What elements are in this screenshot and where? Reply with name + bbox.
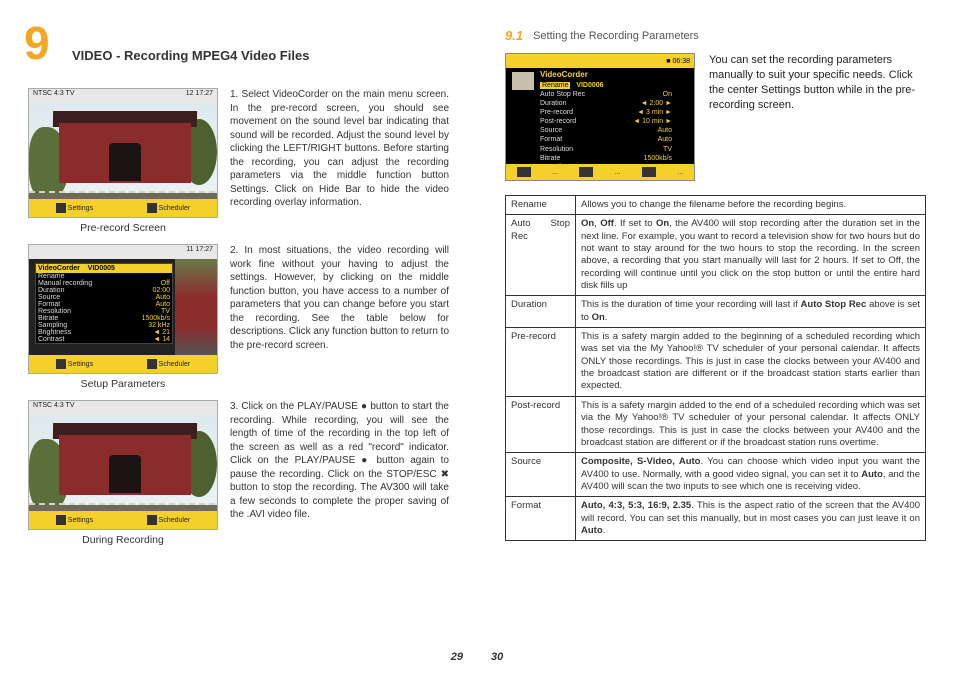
param-desc: This is the duration of time your record… xyxy=(576,296,926,328)
figure-caption: Setup Parameters xyxy=(28,378,218,390)
section-number: 9.1 xyxy=(505,28,523,43)
param-desc: On, Off. If set to On, the AV400 will st… xyxy=(576,215,926,296)
intro-paragraph: You can set the recording parameters man… xyxy=(709,53,926,181)
table-row: Post-recordThis is a safety margin added… xyxy=(506,396,926,452)
table-row: RenameAllows you to change the filename … xyxy=(506,196,926,215)
osd-menu: Rename VID0006 Auto Stop RecOnDuration◄ … xyxy=(540,82,672,172)
param-desc: Auto, 4:3, 5:3, 16:9, 2.35. This is the … xyxy=(576,497,926,541)
figure-during-recording: NTSC 4:3 TV Settings Scheduler xyxy=(28,400,218,530)
paragraph-3: 3. Click on the PLAY/PAUSE ● button to s… xyxy=(230,400,449,522)
table-row: Auto Stop RecOn, Off. If set to On, the … xyxy=(506,215,926,296)
parameters-table: RenameAllows you to change the filename … xyxy=(505,195,926,541)
osd-bottombar: Settings Scheduler xyxy=(29,355,217,373)
menu-row: ResolutionTV xyxy=(540,145,672,154)
osd-bottombar: Settings Scheduler xyxy=(29,199,217,217)
menu-row: Duration◄ 2:00 ► xyxy=(540,99,672,108)
param-name: Source xyxy=(506,453,576,497)
param-desc: Allows you to change the filename before… xyxy=(576,196,926,215)
menu-row: FormatAuto xyxy=(36,301,172,308)
figure-settings-screen: ■ 06:38 VideoCorder Rename VID0006 Auto … xyxy=(505,53,695,181)
menu-row: Pre-record◄ 3 min ► xyxy=(540,108,672,117)
row-2: 11 17:27 VideoCorder VID0005 RenameManua… xyxy=(28,244,449,396)
chapter-number: 9 xyxy=(24,20,50,66)
menu-row: SourceAuto xyxy=(36,294,172,301)
menu-row: Bitrate1500kb/s xyxy=(540,154,672,163)
paragraph-1: 1. Select VideoCorder on the main menu s… xyxy=(230,88,449,210)
osdbar-text: NTSC 4:3 TV xyxy=(33,90,75,102)
figure-caption: Pre-record Screen xyxy=(28,222,218,234)
osd-bottombar: ......... xyxy=(506,164,694,180)
menu-row: ResolutionTV xyxy=(36,308,172,315)
osd-time: ■ 06:38 xyxy=(666,58,690,65)
table-row: SourceComposite, S-Video, Auto. You can … xyxy=(506,453,926,497)
osd-title: VideoCorder xyxy=(540,70,588,79)
menu-row: Contrast◄ 14 xyxy=(36,336,172,343)
menu-row: Brightness◄ 21 xyxy=(36,329,172,336)
figure-pre-record: NTSC 4:3 TV 12 17:27 Settings Scheduler xyxy=(28,88,218,218)
menu-row: Sampling32 kHz xyxy=(36,322,172,329)
menu-row: Manual recordingOff xyxy=(36,280,172,287)
gear-icon xyxy=(56,203,66,213)
table-row: Pre-recordThis is a safety margin added … xyxy=(506,328,926,397)
param-desc: This is a safety margin added to the beg… xyxy=(576,328,926,397)
camcorder-icon xyxy=(512,72,534,90)
param-name: Duration xyxy=(506,296,576,328)
param-name: Auto Stop Rec xyxy=(506,215,576,296)
gear-icon xyxy=(56,515,66,525)
osd-bottombar: Settings Scheduler xyxy=(29,511,217,529)
page-right: 9.1 Setting the Recording Parameters ■ 0… xyxy=(477,0,954,675)
calendar-icon xyxy=(147,359,157,369)
osdbar-text: 11 17:27 xyxy=(186,246,213,258)
param-name: Post-record xyxy=(506,396,576,452)
menu-row: Bitrate1500kb/s xyxy=(36,315,172,322)
menu-row: FormatAuto xyxy=(540,135,672,144)
param-desc: This is a safety margin added to the end… xyxy=(576,396,926,452)
menu-row: Post-record◄ 10 min ► xyxy=(540,117,672,126)
page-left: 9 VIDEO - Recording MPEG4 Video Files NT… xyxy=(0,0,477,675)
calendar-icon xyxy=(147,203,157,213)
row-1: NTSC 4:3 TV 12 17:27 Settings Scheduler P… xyxy=(28,88,449,240)
figure-caption: During Recording xyxy=(28,534,218,546)
setup-menu: VideoCorder VID0005 RenameManual recordi… xyxy=(35,263,173,344)
table-row: FormatAuto, 4:3, 5:3, 16:9, 2.35. This i… xyxy=(506,497,926,541)
page-title: VIDEO - Recording MPEG4 Video Files xyxy=(72,48,309,63)
menu-row: Rename xyxy=(36,273,172,280)
section-heading: 9.1 Setting the Recording Parameters xyxy=(505,28,926,43)
param-name: Pre-record xyxy=(506,328,576,397)
param-desc: Composite, S-Video, Auto. You can choose… xyxy=(576,453,926,497)
menu-row: Duration02:00 xyxy=(36,287,172,294)
paragraph-2: 2. In most situations, the video recordi… xyxy=(230,244,449,352)
param-name: Rename xyxy=(506,196,576,215)
menu-row: Auto Stop RecOn xyxy=(540,90,672,99)
page-number-left: 29 xyxy=(451,651,463,663)
row-3: NTSC 4:3 TV Settings Scheduler During Re… xyxy=(28,400,449,552)
osdbar-text: 12 17:27 xyxy=(186,90,213,102)
page-number-right: 30 xyxy=(491,651,503,663)
gear-icon xyxy=(56,359,66,369)
osdbar-text: NTSC 4:3 TV xyxy=(33,402,75,414)
section-title: Setting the Recording Parameters xyxy=(533,30,699,42)
figure-setup-params: 11 17:27 VideoCorder VID0005 RenameManua… xyxy=(28,244,218,374)
menu-row: SourceAuto xyxy=(540,126,672,135)
calendar-icon xyxy=(147,515,157,525)
table-row: DurationThis is the duration of time you… xyxy=(506,296,926,328)
param-name: Format xyxy=(506,497,576,541)
